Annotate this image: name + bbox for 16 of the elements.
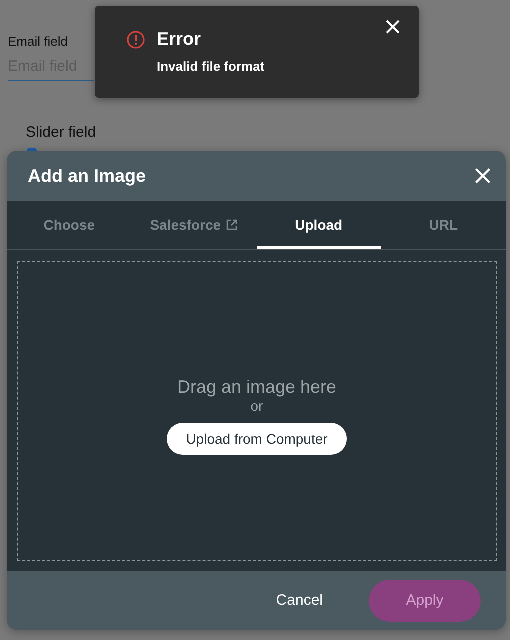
upload-button[interactable]: Upload from Computer: [167, 423, 347, 455]
slider-thumb[interactable]: [27, 148, 37, 151]
toast-message: Invalid file format: [157, 59, 265, 74]
dialog-title: Add an Image: [28, 166, 146, 186]
cancel-button[interactable]: Cancel: [270, 591, 329, 610]
drop-zone[interactable]: Drag an image here or Upload from Computer: [17, 261, 497, 561]
tab[interactable]: URL: [381, 201, 506, 249]
tab[interactable]: Salesforce: [132, 201, 256, 249]
separator-text: or: [250, 398, 264, 414]
tab[interactable]: Choose: [7, 201, 132, 249]
toast-title: Error: [157, 28, 202, 50]
close-button[interactable]: [474, 167, 492, 185]
drop-prompt: Drag an image here: [177, 377, 337, 398]
field-label: Slider field: [26, 124, 96, 141]
alert-icon: [127, 31, 145, 49]
field-label: Email field: [8, 34, 68, 49]
